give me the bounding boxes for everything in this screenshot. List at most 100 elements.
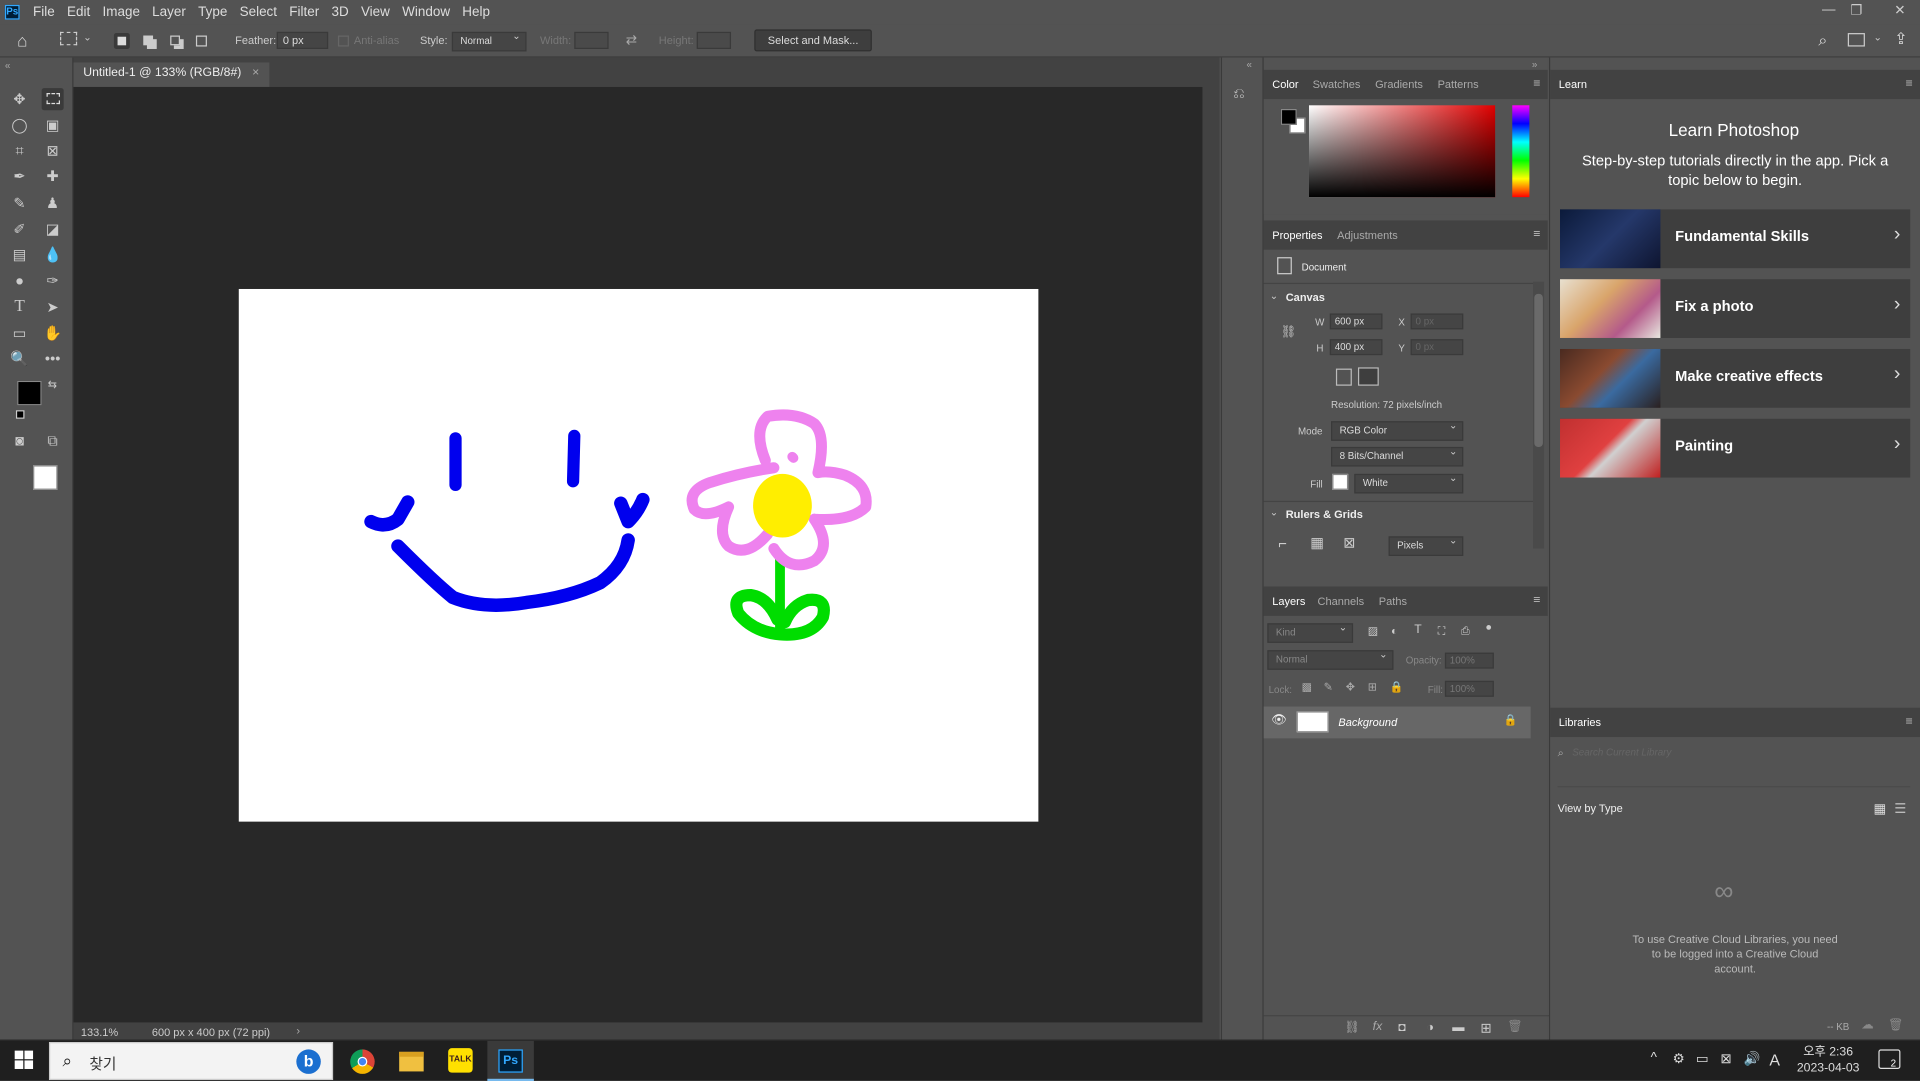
dodge-tool-icon[interactable]: ● [9,269,31,291]
foreground-color-swatch[interactable] [17,380,42,406]
home-icon[interactable]: ⌂ [17,31,27,51]
canvas-section-title[interactable]: Canvas [1286,291,1325,303]
vertical-scrollbar[interactable] [1202,86,1220,1023]
marquee-preset-icon[interactable] [60,31,78,46]
healing-tool-icon[interactable]: ✚ [42,165,64,187]
workspace-chevron-icon[interactable]: ⌄ [1873,32,1881,43]
landscape-icon[interactable] [1357,367,1379,386]
frame-tool-icon[interactable]: ⊠ [42,140,64,162]
color-fg-swatch[interactable] [1280,108,1297,125]
tab-close-icon[interactable]: × [252,66,259,79]
history-panel-icon[interactable]: ⎌ [1233,84,1245,102]
background-color-swatch[interactable] [33,465,58,490]
adjustment-layer-icon[interactable]: ◑ [1427,1021,1434,1034]
menu-view[interactable]: View [361,5,390,20]
tray-display-icon[interactable]: ⊠ [1720,1051,1731,1067]
width-input[interactable] [574,31,609,49]
menu-file[interactable]: File [33,5,55,20]
properties-menu-icon[interactable]: ≡ [1533,228,1540,241]
learn-menu-icon[interactable]: ≡ [1906,77,1913,90]
screen-mode-icon[interactable]: ⧉ [42,430,64,452]
expand-panels-icon[interactable]: » [1532,59,1537,70]
kakaotalk-icon[interactable]: TALK [448,1048,473,1073]
antialias-checkbox[interactable] [337,35,349,47]
menu-type[interactable]: Type [198,5,227,20]
properties-scrollbar[interactable] [1533,281,1545,549]
tab-learn[interactable]: Learn [1559,78,1587,90]
units-dropdown[interactable]: Pixels [1388,535,1464,556]
tab-patterns[interactable]: Patterns [1438,78,1479,90]
feather-input[interactable]: 0 px [276,31,329,49]
share-icon[interactable]: ⇪ [1894,29,1907,49]
new-layer-icon[interactable]: ⊞ [1480,1020,1491,1036]
lock-all-icon[interactable]: 🔒 [1390,681,1404,694]
menu-window[interactable]: Window [402,5,450,20]
menu-filter[interactable]: Filter [289,5,319,20]
collapse-strip-icon[interactable]: « [1247,59,1252,70]
windows-start-icon[interactable] [14,1050,35,1071]
collapse-icon[interactable]: « [5,60,10,71]
new-selection-button[interactable] [113,33,130,49]
quick-mask-icon[interactable]: ◙ [9,430,31,452]
cloud-sync-icon[interactable]: ☁ [1861,1019,1873,1032]
filter-pixel-icon[interactable]: ▨ [1368,624,1378,637]
lock-artboard-icon[interactable]: ⊞ [1368,681,1377,694]
menu-help[interactable]: Help [462,5,490,20]
grid-view-icon[interactable]: ▦ [1873,801,1886,817]
taskbar-search-box[interactable]: ⌕ 찾기 b [48,1042,334,1081]
menu-edit[interactable]: Edit [67,5,90,20]
chevron-down-icon[interactable]: ⌄ [83,32,91,43]
filter-toggle-icon[interactable]: ● [1485,621,1492,633]
swap-colors-icon[interactable]: ⇆ [48,378,57,391]
path-select-tool-icon[interactable]: ➤ [42,296,64,318]
ruler-icon[interactable]: ⌐ [1278,535,1287,552]
eraser-tool-icon[interactable]: ◪ [42,218,64,240]
view-by-type-dropdown[interactable]: View by Type [1558,802,1623,814]
tab-gradients[interactable]: Gradients [1375,78,1423,90]
layers-menu-icon[interactable]: ≡ [1533,594,1540,607]
tab-properties[interactable]: Properties [1272,229,1322,241]
menu-layer[interactable]: Layer [152,5,186,20]
filter-type-icon[interactable]: T [1414,623,1421,636]
link-layers-icon[interactable]: ⛓ [1345,1021,1361,1034]
rulers-chevron-icon[interactable]: ⌄ [1270,507,1278,518]
canvas[interactable] [238,288,1039,822]
restore-icon[interactable]: ❐ [1850,2,1862,19]
tray-chevron-icon[interactable]: ^ [1651,1051,1657,1066]
intersect-selection-button[interactable] [193,33,209,49]
y-field[interactable]: 0 px [1410,339,1464,356]
tab-libraries[interactable]: Libraries [1559,716,1601,728]
zoom-tool-icon[interactable]: 🔍 [9,348,31,370]
document-tab[interactable]: Untitled-1 @ 133% (RGB/8#) × [73,62,270,87]
more-tools-icon[interactable]: ••• [42,348,64,370]
color-field[interactable] [1308,105,1496,198]
learn-card-painting[interactable]: Painting › [1560,418,1911,478]
list-view-icon[interactable]: ☰ [1894,801,1906,817]
brush-tool-icon[interactable]: ✎ [9,192,31,214]
default-colors-icon[interactable] [15,410,25,419]
move-tool-icon[interactable]: ✥ [9,88,31,110]
library-select[interactable] [1557,773,1911,788]
menu-image[interactable]: Image [102,5,139,20]
ime-indicator[interactable]: A [1769,1051,1780,1069]
tray-app-icon[interactable]: ⚙ [1673,1051,1685,1067]
hand-tool-icon[interactable]: ✋ [42,322,64,344]
lock-transparent-icon[interactable]: ▩ [1302,681,1312,694]
width-field[interactable]: 600 px [1329,313,1383,330]
height-input[interactable] [696,31,732,49]
filter-adjust-icon[interactable]: ◐ [1391,624,1398,636]
library-delete-icon[interactable]: 🗑 [1888,1019,1904,1032]
object-select-tool-icon[interactable]: ▣ [42,114,64,136]
layer-row[interactable]: 👁 Background 🔒 [1263,706,1531,739]
bits-dropdown[interactable]: 8 Bits/Channel [1331,446,1464,467]
swap-icon[interactable]: ⇄ [626,32,637,48]
canvas-chevron-icon[interactable]: ⌄ [1270,290,1278,301]
group-icon[interactable]: ▬ [1452,1021,1464,1034]
learn-card-make-creative-effects[interactable]: Make creative effects › [1560,348,1911,408]
guides-icon[interactable]: ⊠ [1343,534,1355,551]
layer-lock-icon[interactable]: 🔒 [1504,714,1518,727]
grid-icon[interactable]: ▦ [1310,534,1324,551]
menu-select[interactable]: Select [240,5,277,20]
visibility-eye-icon[interactable]: 👁 [1271,714,1287,727]
height-field[interactable]: 400 px [1329,339,1383,356]
